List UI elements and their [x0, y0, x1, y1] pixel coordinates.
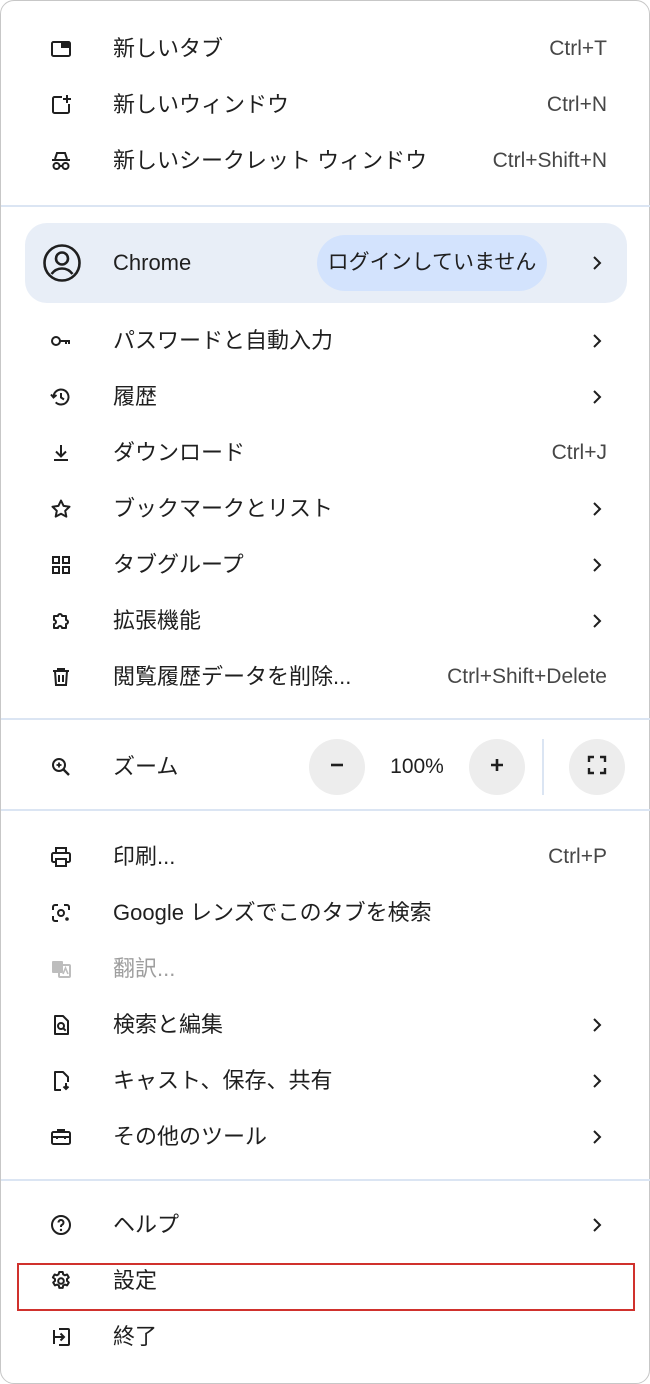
menu-item-label: 新しいタブ — [113, 36, 224, 61]
menu-item-bookmarks-lists[interactable]: ブックマークとリスト — [1, 481, 650, 537]
menu-item-google-lens[interactable]: Google レンズでこのタブを検索 — [1, 885, 650, 941]
chevron-right-icon — [585, 497, 609, 521]
menu-item-new-window[interactable]: 新しいウィンドウ Ctrl+N — [1, 77, 650, 133]
find-in-page-icon — [49, 1013, 73, 1037]
divider — [1, 1179, 650, 1181]
menu-item-passwords-autofill[interactable]: パスワードと自動入力 — [1, 313, 650, 369]
star-icon — [49, 497, 73, 521]
menu-item-label: タブグループ — [113, 552, 244, 577]
print-icon — [49, 845, 73, 869]
zoom-separator — [542, 739, 544, 795]
chevron-right-icon — [585, 329, 609, 353]
chevron-right-icon — [585, 1069, 609, 1093]
menu-item-cast-save-share[interactable]: キャスト、保存、共有 — [1, 1053, 650, 1109]
menu-item-label: 検索と編集 — [113, 1012, 224, 1037]
menu-item-label: 新しいシークレット ウィンドウ — [113, 148, 428, 173]
chevron-right-icon — [585, 1125, 609, 1149]
zoom-level: 100% — [390, 755, 444, 778]
zoom-row: ズーム 100% — [1, 731, 650, 803]
chevron-right-icon — [585, 251, 609, 275]
menu-item-shortcut: Ctrl+P — [548, 845, 607, 868]
chevron-right-icon — [585, 385, 609, 409]
menu-item-label: パスワードと自動入力 — [113, 328, 334, 353]
cast-save-share-icon — [49, 1069, 73, 1093]
menu-item-tab-groups[interactable]: タブグループ — [1, 537, 650, 593]
chevron-right-icon — [585, 1013, 609, 1037]
menu-item-translate: 翻訳... — [1, 941, 650, 997]
menu-item-shortcut: Ctrl+Shift+N — [492, 149, 607, 172]
profile-name: Chrome — [113, 250, 192, 275]
divider — [1, 718, 650, 720]
menu-item-label: ブックマークとリスト — [113, 496, 334, 521]
account-circle-icon — [42, 243, 82, 283]
menu-item-label: ヘルプ — [113, 1212, 180, 1237]
incognito-icon — [49, 149, 73, 173]
menu-item-more-tools[interactable]: その他のツール — [1, 1109, 650, 1165]
menu-item-label: その他のツール — [113, 1124, 268, 1149]
chevron-right-icon — [585, 553, 609, 577]
fullscreen-button[interactable] — [569, 739, 625, 795]
plus-icon — [485, 753, 509, 782]
menu-item-label: Google レンズでこのタブを検索 — [113, 900, 432, 925]
menu-item-downloads[interactable]: ダウンロード Ctrl+J — [1, 425, 650, 481]
history-icon — [49, 385, 73, 409]
tab-groups-icon — [49, 553, 73, 577]
extension-puzzle-icon — [49, 609, 73, 633]
download-icon — [49, 441, 73, 465]
menu-item-settings[interactable]: 設定 — [1, 1253, 650, 1309]
new-window-icon — [49, 93, 73, 117]
trash-icon — [49, 665, 73, 689]
menu-item-label: 設定 — [113, 1268, 158, 1293]
menu-item-new-incognito-window[interactable]: 新しいシークレット ウィンドウ Ctrl+Shift+N — [1, 133, 650, 189]
minus-icon — [325, 753, 349, 782]
menu-item-label: 翻訳... — [113, 956, 176, 981]
menu-item-label: 終了 — [113, 1324, 158, 1349]
google-lens-icon — [49, 901, 73, 925]
zoom-magnifier-icon — [49, 755, 73, 779]
menu-item-shortcut: Ctrl+J — [551, 441, 607, 464]
menu-item-label: 新しいウィンドウ — [113, 92, 290, 117]
menu-item-clear-browsing-data[interactable]: 閲覧履歴データを削除... Ctrl+Shift+Delete — [1, 649, 650, 705]
zoom-in-button[interactable] — [469, 739, 525, 795]
menu-item-label: 拡張機能 — [113, 608, 202, 633]
translate-icon — [49, 957, 73, 981]
chevron-right-icon — [585, 609, 609, 633]
menu-item-label: キャスト、保存、共有 — [113, 1068, 333, 1093]
menu-item-exit[interactable]: 終了 — [1, 1309, 650, 1365]
menu-item-extensions[interactable]: 拡張機能 — [1, 593, 650, 649]
divider — [1, 809, 650, 811]
toolbox-icon — [49, 1125, 73, 1149]
menu-item-label: 閲覧履歴データを削除... — [113, 664, 352, 689]
key-icon — [49, 329, 73, 353]
help-icon — [49, 1213, 73, 1237]
exit-icon — [49, 1325, 73, 1349]
menu-item-find-edit[interactable]: 検索と編集 — [1, 997, 650, 1053]
menu-item-shortcut: Ctrl+N — [546, 93, 607, 116]
divider — [1, 205, 650, 207]
menu-item-label: ダウンロード — [113, 440, 246, 465]
menu-item-label: 履歴 — [113, 384, 158, 409]
menu-item-history[interactable]: 履歴 — [1, 369, 650, 425]
profile-row[interactable]: Chrome ログインしていません — [25, 223, 627, 303]
menu-item-print[interactable]: 印刷... Ctrl+P — [1, 829, 650, 885]
zoom-out-button[interactable] — [309, 739, 365, 795]
menu-item-new-tab[interactable]: 新しいタブ Ctrl+T — [1, 21, 650, 77]
sign-in-status-chip[interactable]: ログインしていません — [317, 235, 547, 291]
menu-item-help[interactable]: ヘルプ — [1, 1197, 650, 1253]
zoom-label: ズーム — [113, 754, 179, 779]
menu-item-shortcut: Ctrl+Shift+Delete — [447, 665, 607, 688]
gear-icon — [49, 1269, 73, 1293]
chevron-right-icon — [585, 1213, 609, 1237]
menu-item-label: 印刷... — [113, 844, 176, 869]
fullscreen-icon — [585, 753, 609, 782]
chrome-main-menu: 新しいタブ Ctrl+T 新しいウィンドウ Ctrl+N 新しいシークレット ウ… — [0, 0, 650, 1384]
menu-item-shortcut: Ctrl+T — [549, 37, 607, 60]
new-tab-icon — [49, 37, 73, 61]
